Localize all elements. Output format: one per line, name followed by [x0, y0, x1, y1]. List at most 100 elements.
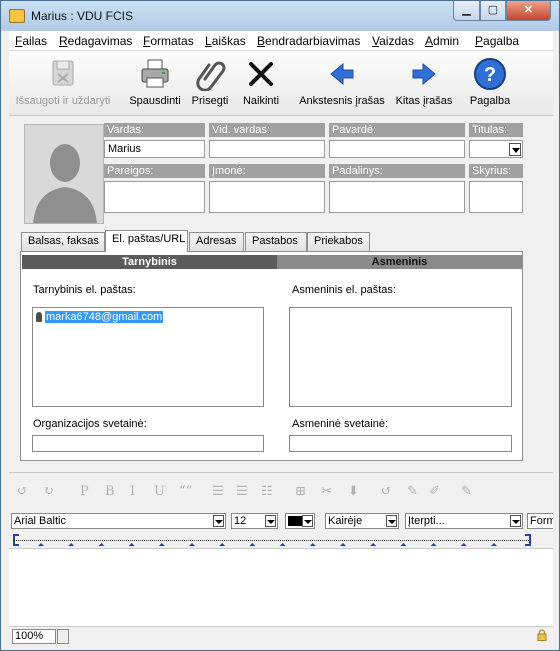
tab-attachments[interactable]: Priekabos [307, 232, 370, 251]
application-window: Marius : VDU FCIS ▁ ▢ ✕ Failas Redagavim… [0, 0, 560, 651]
save-close-button[interactable]: Išsaugoti ir uždaryti [11, 57, 115, 107]
tab-stop-marker[interactable] [340, 543, 346, 546]
close-button[interactable]: ✕ [506, 1, 551, 21]
size-select[interactable]: 12 [231, 513, 278, 529]
editor-content-area[interactable] [9, 548, 553, 626]
middle-name-field[interactable] [209, 140, 325, 158]
table-icon[interactable]: ⊞ [295, 484, 306, 499]
align-select[interactable]: Kairėje [325, 513, 399, 529]
tab-stop-marker[interactable] [460, 543, 467, 546]
paperclip-icon [196, 61, 226, 91]
indent-icon[interactable]: ☰ [236, 484, 248, 499]
department-field[interactable] [329, 181, 465, 213]
title-bar[interactable]: Marius : VDU FCIS ▁ ▢ ✕ [1, 1, 559, 31]
personal-email-list[interactable] [289, 307, 512, 407]
tab-phone-fax[interactable]: Balsas, faksas [21, 232, 105, 251]
company-field[interactable] [209, 181, 325, 213]
brush-icon[interactable]: ✐ [429, 484, 440, 499]
insert-select[interactable]: Įterpti... [405, 513, 523, 529]
section-label: Skyrius: [469, 164, 523, 178]
menu-label: ormatas [150, 34, 194, 48]
menu-vaizdas[interactable]: Vaizdas [372, 34, 414, 48]
attach-button[interactable]: Prisegti [187, 57, 233, 107]
subtab-work[interactable]: Tarnybinis [22, 255, 277, 269]
tab-stop-marker[interactable] [249, 543, 256, 546]
rich-text-editor: ↺ ↻ P B I U “” ☰ ☰ ☷ ⊞ ✂ ⬇ ↺ ✎ ✐ ✎ Arial Baltic 12 Kairė… [9, 472, 553, 644]
tab-stop-marker[interactable] [98, 543, 105, 546]
position-label: Pareigos: [104, 164, 205, 178]
pen-icon[interactable]: ✎ [407, 484, 418, 499]
print-label: Spausdinti [129, 95, 181, 107]
menu-formatas[interactable]: Formatas [143, 34, 194, 48]
tab-stop-marker[interactable] [128, 543, 135, 546]
subtab-personal[interactable]: Asmeninis [277, 255, 522, 269]
last-name-field[interactable] [329, 140, 465, 158]
previous-record-button[interactable]: Ankstesnis įrašas [297, 57, 387, 107]
form-select[interactable]: Form [527, 513, 553, 529]
tab-stop-marker[interactable] [279, 543, 286, 546]
delete-button[interactable]: Naikinti [241, 57, 281, 107]
tab-stop-marker[interactable] [400, 543, 407, 546]
contact-photo[interactable] [24, 124, 104, 224]
tab-stop-marker[interactable] [68, 543, 75, 546]
paste-icon[interactable]: ⬇ [348, 484, 359, 499]
bold-icon[interactable]: B [105, 484, 115, 499]
paragraph-icon[interactable]: P [80, 484, 89, 499]
org-website-field[interactable] [32, 435, 264, 452]
chevron-down-icon[interactable] [265, 515, 276, 527]
align-list-icon[interactable]: ☰ [212, 484, 224, 499]
tab-stop-marker[interactable] [309, 543, 316, 546]
italic-icon[interactable]: I [130, 484, 135, 499]
font-select[interactable]: Arial Baltic [11, 513, 226, 529]
tab-stop-marker[interactable] [219, 543, 226, 546]
personal-website-field[interactable] [289, 435, 512, 452]
menu-redagavimas[interactable]: Redagavimas [59, 34, 132, 48]
spellcheck-icon[interactable]: ✎ [461, 484, 472, 499]
print-button[interactable]: Spausdinti [127, 57, 183, 107]
tab-stop-marker[interactable] [370, 543, 377, 546]
position-field[interactable] [104, 181, 205, 213]
section-field[interactable] [469, 181, 523, 213]
work-email-value: marka6748@gmail.com [45, 311, 164, 323]
title-dropdown[interactable] [469, 140, 523, 158]
chevron-down-icon[interactable] [302, 515, 313, 527]
color-select[interactable] [285, 513, 315, 529]
ruler[interactable] [13, 533, 531, 547]
tab-stop-marker[interactable] [491, 543, 497, 546]
pin-icon [36, 312, 42, 323]
chevron-down-icon[interactable] [509, 143, 521, 156]
refresh-icon[interactable]: ↺ [381, 484, 392, 499]
tab-stop-marker[interactable] [189, 543, 195, 546]
minimize-button[interactable]: ▁ [453, 1, 480, 21]
work-email-item[interactable]: marka6748@gmail.com [36, 311, 164, 323]
tab-address[interactable]: Adresas [189, 232, 244, 251]
next-record-button[interactable]: Kitas įrašas [393, 57, 455, 107]
bulleted-list-icon[interactable]: ☷ [261, 484, 273, 499]
tab-stop-marker[interactable] [430, 543, 437, 546]
quote-icon[interactable]: “” [179, 484, 192, 499]
cut-icon[interactable]: ✂ [321, 484, 332, 499]
redo-icon[interactable]: ↻ [43, 484, 54, 499]
menu-label: ailas [22, 34, 48, 48]
menu-admin[interactable]: Admin [425, 34, 459, 48]
chevron-down-icon[interactable] [386, 515, 397, 527]
menu-failas[interactable]: Failas [15, 34, 47, 48]
tab-stop-marker[interactable] [38, 543, 44, 546]
first-name-field[interactable]: Marius [104, 140, 205, 158]
zoom-spinner[interactable] [57, 629, 69, 644]
help-button[interactable]: ? Pagalba [467, 57, 513, 107]
underline-icon[interactable]: U [154, 484, 165, 499]
undo-icon[interactable]: ↺ [17, 484, 28, 499]
menu-laiskas[interactable]: Laiškas [205, 34, 246, 48]
chevron-down-icon[interactable] [213, 515, 224, 527]
menu-pagalba[interactable]: Pagalba [475, 34, 519, 48]
menu-bendradarbiavimas[interactable]: Bendradarbiavimas [257, 34, 360, 48]
department-label: Padalinys: [329, 164, 465, 178]
work-email-list[interactable]: marka6748@gmail.com [32, 307, 264, 407]
zoom-select[interactable]: 100% [12, 629, 56, 644]
maximize-button[interactable]: ▢ [480, 1, 506, 21]
tab-notes[interactable]: Pastabos [245, 232, 307, 251]
tab-stop-marker[interactable] [158, 543, 165, 546]
chevron-down-icon[interactable] [510, 515, 521, 527]
tab-email-url[interactable]: El. paštas/URL [105, 230, 188, 252]
